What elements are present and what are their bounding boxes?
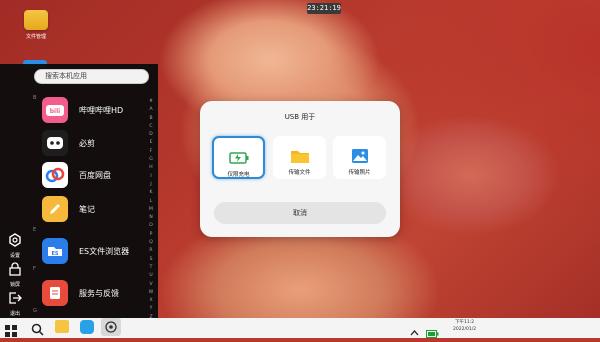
logout-button[interactable]: 退出 bbox=[4, 290, 26, 317]
index-letter[interactable]: O bbox=[146, 222, 156, 230]
index-letter[interactable]: H bbox=[146, 164, 156, 172]
settings-label: 设置 bbox=[9, 253, 20, 259]
taskbar-active-app[interactable] bbox=[101, 318, 121, 336]
app-name: ES文件浏览器 bbox=[79, 247, 130, 256]
index-letter[interactable]: # bbox=[146, 98, 156, 106]
index-letter[interactable]: X bbox=[146, 297, 156, 305]
index-letter[interactable]: N bbox=[146, 214, 156, 222]
windows-grid-icon bbox=[5, 325, 17, 337]
index-letter[interactable]: T bbox=[146, 264, 156, 272]
settings-button[interactable]: 设置 bbox=[4, 232, 26, 259]
index-letter[interactable]: U bbox=[146, 272, 156, 280]
app-name: 百度网盘 bbox=[79, 171, 111, 180]
baidu-netdisk-icon bbox=[42, 162, 68, 188]
app-item-bilibili[interactable]: bili 哔哩哔哩HD bbox=[42, 97, 142, 123]
app-name: 笔记 bbox=[79, 205, 95, 214]
app-item-baidu-netdisk[interactable]: 百度网盘 bbox=[42, 162, 142, 188]
cancel-button[interactable]: 取消 bbox=[214, 202, 386, 224]
app-item-feedback[interactable]: 服务与反馈 bbox=[42, 280, 142, 306]
start-button[interactable] bbox=[5, 322, 17, 337]
lock-screen-button[interactable]: 锁屏 bbox=[4, 261, 26, 288]
es-file-explorer-icon: ES bbox=[42, 238, 68, 264]
lock-icon bbox=[9, 262, 21, 276]
logout-icon bbox=[9, 292, 22, 304]
folder-icon bbox=[273, 147, 326, 165]
app-item-bijian[interactable]: 必剪 bbox=[42, 130, 142, 156]
index-letter[interactable]: K bbox=[146, 189, 156, 197]
index-letter[interactable]: M bbox=[146, 206, 156, 214]
battery-charging-icon bbox=[214, 149, 263, 167]
desktop-icon-label: 文件管理 bbox=[25, 34, 46, 40]
option-transfer-photos[interactable]: 传输照片 bbox=[333, 136, 386, 179]
index-letter[interactable]: W bbox=[146, 289, 156, 297]
section-header: F bbox=[33, 266, 36, 272]
lock-label: 锁屏 bbox=[9, 282, 20, 288]
app-name: 哔哩哔哩HD bbox=[79, 106, 124, 115]
search-icon bbox=[31, 323, 44, 336]
taskbar-search-button[interactable] bbox=[31, 321, 44, 336]
index-letter[interactable]: E bbox=[146, 139, 156, 147]
top-clock: 23:21:19 bbox=[307, 3, 341, 14]
index-letter[interactable]: J bbox=[146, 181, 156, 189]
section-header: G bbox=[33, 308, 37, 314]
alphabet-index[interactable]: #ABCDEFGHIJKLMNOPQRSTUVWXYZ bbox=[146, 98, 156, 322]
option-label: 传输照片 bbox=[348, 170, 371, 176]
index-letter[interactable]: B bbox=[146, 115, 156, 123]
option-charge-only[interactable]: 仅限充电 bbox=[212, 136, 265, 179]
app-name: 服务与反馈 bbox=[79, 289, 119, 298]
index-letter[interactable]: A bbox=[146, 106, 156, 114]
index-letter[interactable]: R bbox=[146, 247, 156, 255]
index-letter[interactable]: S bbox=[146, 256, 156, 264]
usb-mode-dialog: USB 用于 仅限充电 传输文件 传输照片 取消 bbox=[200, 101, 400, 237]
app-name: 必剪 bbox=[79, 139, 95, 148]
tray-time: 下午11:2 bbox=[455, 320, 475, 325]
option-transfer-files[interactable]: 传输文件 bbox=[273, 136, 326, 179]
option-label: 仅限充电 bbox=[227, 172, 250, 178]
gear-icon bbox=[9, 233, 21, 247]
settings-app-icon bbox=[105, 321, 117, 333]
app-search-input[interactable]: 搜索本机应用 bbox=[34, 69, 149, 84]
battery-icon[interactable] bbox=[426, 323, 439, 338]
logout-label: 退出 bbox=[9, 311, 20, 317]
taskbar-file-manager-icon[interactable] bbox=[55, 320, 69, 333]
folder-icon bbox=[24, 10, 48, 30]
feedback-icon bbox=[42, 280, 68, 306]
index-letter[interactable]: Y bbox=[146, 305, 156, 313]
app-item-es-file-explorer[interactable]: ES ES文件浏览器 bbox=[42, 238, 142, 264]
svg-text:bili: bili bbox=[50, 108, 60, 115]
tray-date: 2022/01/2 bbox=[453, 327, 477, 332]
index-letter[interactable]: C bbox=[146, 123, 156, 131]
option-label: 传输文件 bbox=[288, 170, 311, 176]
index-letter[interactable]: D bbox=[146, 131, 156, 139]
index-letter[interactable]: F bbox=[146, 148, 156, 156]
app-item-notes[interactable]: 笔记 bbox=[42, 196, 142, 222]
index-letter[interactable]: Q bbox=[146, 239, 156, 247]
desktop-file-manager[interactable]: 文件管理 bbox=[22, 10, 50, 40]
section-header: B bbox=[33, 95, 37, 101]
notes-icon bbox=[42, 196, 68, 222]
index-letter[interactable]: V bbox=[146, 281, 156, 289]
dialog-title: USB 用于 bbox=[284, 113, 316, 121]
index-letter[interactable]: I bbox=[146, 173, 156, 181]
bijian-icon bbox=[42, 130, 68, 156]
index-letter[interactable]: L bbox=[146, 198, 156, 206]
bilibili-icon: bili bbox=[42, 97, 68, 123]
tray-up-arrow-icon[interactable] bbox=[410, 322, 419, 336]
index-letter[interactable]: G bbox=[146, 156, 156, 164]
svg-text:ES: ES bbox=[51, 251, 58, 257]
index-letter[interactable]: P bbox=[146, 231, 156, 239]
taskbar-app-icon[interactable] bbox=[80, 320, 94, 334]
section-header: E bbox=[33, 227, 37, 233]
photo-icon bbox=[333, 147, 386, 165]
